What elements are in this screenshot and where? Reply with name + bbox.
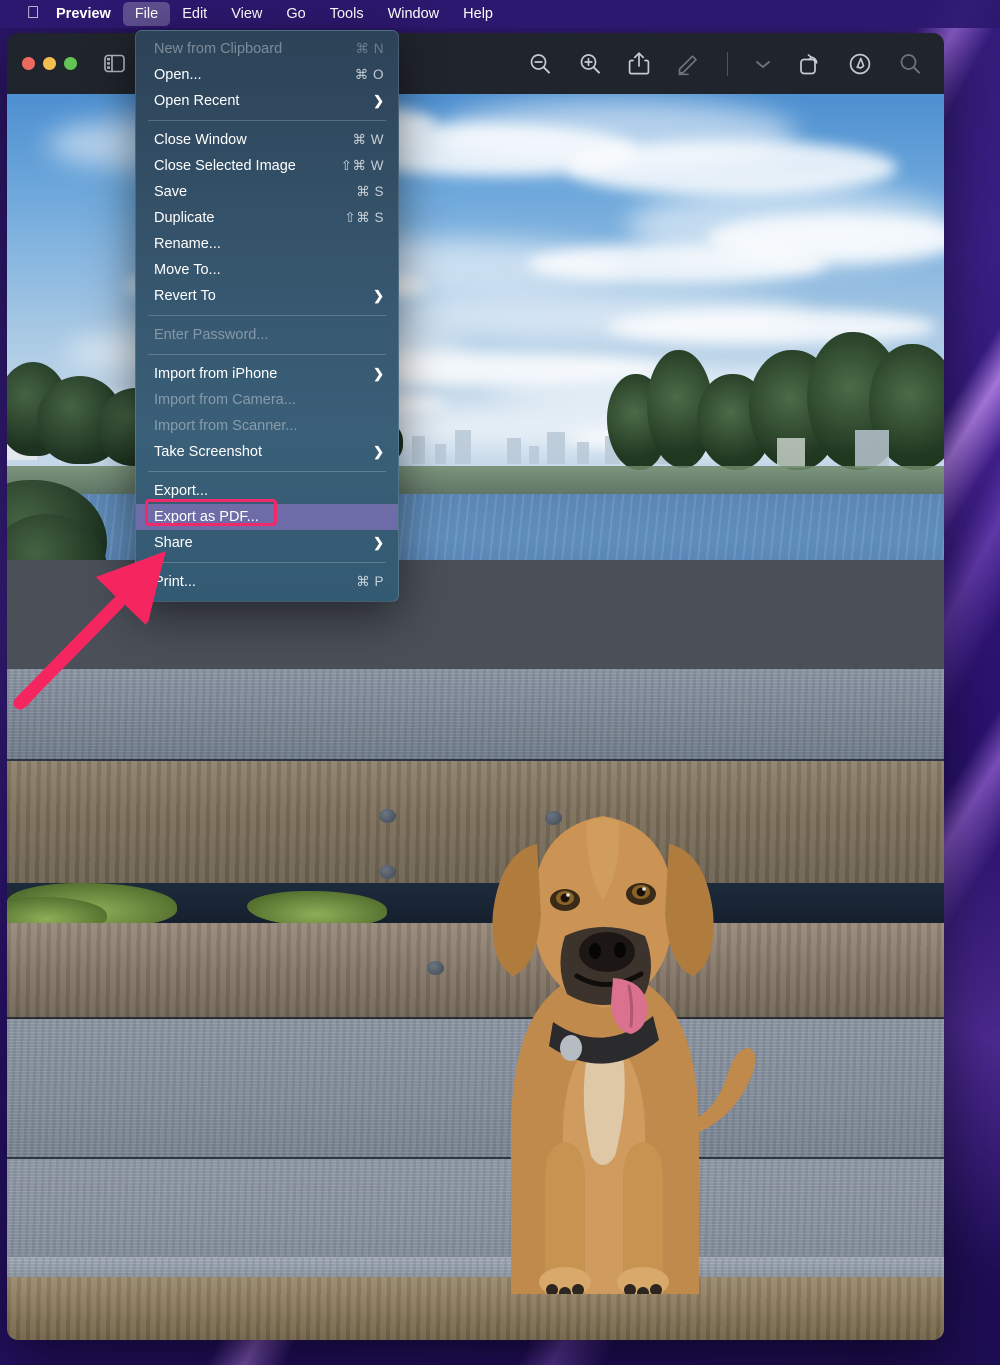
- menu-item-move-to[interactable]: Move To...: [136, 257, 398, 283]
- toolbar-buttons: [528, 51, 944, 76]
- menu-item-shortcut: ⌘ P: [356, 574, 384, 589]
- menu-item-save[interactable]: Save ⌘ S: [136, 179, 398, 205]
- menu-item-revert-to[interactable]: Revert To ❯: [136, 283, 398, 309]
- menubar-item-help[interactable]: Help: [451, 2, 505, 26]
- submenu-chevron-right-icon: ❯: [373, 288, 384, 303]
- menu-separator: [148, 354, 386, 355]
- menu-item-open-recent[interactable]: Open Recent ❯: [136, 88, 398, 114]
- menu-item-rename[interactable]: Rename...: [136, 231, 398, 257]
- menu-item-label: Close Selected Image: [154, 158, 296, 174]
- menu-item-shortcut: ⌘ S: [356, 184, 384, 199]
- menu-item-label: Revert To: [154, 288, 216, 304]
- menu-item-open[interactable]: Open... ⌘ O: [136, 62, 398, 88]
- menu-item-close-selected-image[interactable]: Close Selected Image ⇧⌘ W: [136, 153, 398, 179]
- menu-item-label: Import from iPhone: [154, 366, 278, 382]
- menu-item-label: Save: [154, 184, 188, 200]
- submenu-chevron-right-icon: ❯: [373, 366, 384, 381]
- menu-item-import-from-iphone[interactable]: Import from iPhone ❯: [136, 361, 398, 387]
- menu-separator: [148, 471, 386, 472]
- menu-item-shortcut: ⌘ N: [355, 41, 384, 56]
- markup-pen-icon[interactable]: [676, 51, 701, 76]
- rotate-icon[interactable]: [798, 52, 822, 76]
- menubar-item-file[interactable]: File: [122, 1, 171, 27]
- maximize-button[interactable]: [64, 57, 77, 70]
- menu-item-shortcut: ⇧⌘ W: [340, 158, 384, 173]
- menu-item-enter-password[interactable]: Enter Password...: [136, 322, 398, 348]
- menu-item-label: New from Clipboard: [154, 41, 283, 57]
- zoom-in-icon[interactable]: [578, 52, 602, 76]
- menu-item-shortcut: ⌘ O: [354, 67, 384, 82]
- menubar-item-tools[interactable]: Tools: [318, 2, 376, 26]
- menu-item-shortcut: ⌘ W: [352, 132, 384, 147]
- menu-item-label: Import from Camera...: [154, 392, 296, 408]
- menu-item-import-from-scanner[interactable]: Import from Scanner...: [136, 413, 398, 439]
- menu-item-label: Open Recent: [154, 93, 240, 109]
- menu-item-label: Import from Scanner...: [154, 418, 298, 434]
- menu-item-label: Move To...: [154, 262, 221, 278]
- minimize-button[interactable]: [43, 57, 56, 70]
- submenu-chevron-right-icon: ❯: [373, 535, 384, 550]
- close-button[interactable]: [22, 57, 35, 70]
- dog-subject: [437, 704, 767, 1299]
- menu-item-label: Rename...: [154, 236, 221, 252]
- menubar-item-edit[interactable]: Edit: [170, 2, 219, 26]
- zoom-out-icon[interactable]: [528, 52, 552, 76]
- chevron-down-icon[interactable]: [754, 57, 772, 71]
- red-arrow-pointer: [0, 495, 230, 710]
- menu-item-label: Close Window: [154, 132, 247, 148]
- apple-logo-icon[interactable]: : [16, 4, 50, 24]
- menu-bar:  Preview File Edit View Go Tools Window…: [0, 0, 1000, 28]
- menu-item-label: Duplicate: [154, 210, 215, 226]
- menu-item-shortcut: ⇧⌘ S: [344, 210, 384, 225]
- menu-item-close-window[interactable]: Close Window ⌘ W: [136, 127, 398, 153]
- menubar-item-go[interactable]: Go: [274, 2, 317, 26]
- menu-item-label: Enter Password...: [154, 327, 269, 343]
- menubar-item-window[interactable]: Window: [376, 2, 452, 26]
- menu-item-label: Take Screenshot: [154, 444, 263, 460]
- submenu-chevron-right-icon: ❯: [373, 444, 384, 459]
- window-controls: [7, 57, 77, 70]
- menu-item-import-from-camera[interactable]: Import from Camera...: [136, 387, 398, 413]
- toolbar-divider: [727, 51, 728, 76]
- menubar-item-view[interactable]: View: [219, 2, 274, 26]
- sidebar-toggle-icon[interactable]: [104, 54, 125, 73]
- menu-item-new-from-clipboard[interactable]: New from Clipboard ⌘ N: [136, 36, 398, 62]
- menu-item-take-screenshot[interactable]: Take Screenshot ❯: [136, 439, 398, 465]
- share-icon[interactable]: [628, 51, 650, 76]
- menu-separator: [148, 120, 386, 121]
- menu-item-label: Open...: [154, 67, 202, 83]
- menu-separator: [148, 315, 386, 316]
- menu-item-duplicate[interactable]: Duplicate ⇧⌘ S: [136, 205, 398, 231]
- search-icon[interactable]: [898, 52, 922, 76]
- submenu-chevron-right-icon: ❯: [373, 93, 384, 108]
- menubar-app-name[interactable]: Preview: [50, 2, 123, 26]
- annotate-icon[interactable]: [848, 52, 872, 76]
